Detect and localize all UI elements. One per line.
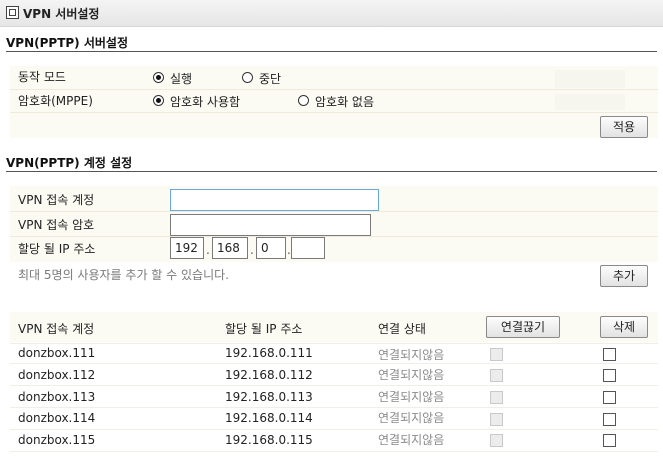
table-row-ip: 192.168.0.113 xyxy=(225,390,313,404)
server-section-title: VPN(PPTP) 서버설정 xyxy=(6,36,129,50)
table-row-ip: 192.168.0.115 xyxy=(225,433,313,447)
encryption-label: 암호화(MPPE) xyxy=(18,94,93,108)
table-row-status: 연결되지않음 xyxy=(378,348,445,362)
table-row-account: donzbox.112 xyxy=(18,368,96,382)
ip-octet-2-input[interactable] xyxy=(212,237,248,259)
account-label: VPN 접속 계정 xyxy=(18,193,95,207)
disconnect-checkbox xyxy=(490,391,503,404)
section-divider xyxy=(6,51,657,52)
account-section-title: VPN(PPTP) 계정 설정 xyxy=(6,156,133,170)
window-icon xyxy=(6,6,19,19)
disconnect-checkbox xyxy=(490,413,503,426)
delete-checkbox[interactable] xyxy=(603,391,616,404)
encryption-off-label: 암호화 없음 xyxy=(315,95,375,109)
table-row-status: 연결되지않음 xyxy=(378,411,445,425)
col-account-header: VPN 접속 계정 xyxy=(18,322,95,336)
mode-run-radio[interactable] xyxy=(153,72,164,83)
disconnect-checkbox xyxy=(490,348,503,361)
delete-checkbox[interactable] xyxy=(603,369,616,382)
add-button[interactable]: 추가 xyxy=(600,265,648,287)
delete-checkbox[interactable] xyxy=(603,413,616,426)
table-row-account: donzbox.111 xyxy=(18,346,96,360)
password-input[interactable] xyxy=(170,214,371,236)
table-row-ip: 192.168.0.112 xyxy=(225,368,313,382)
mode-stop-label: 중단 xyxy=(259,72,282,86)
table-row-ip: 192.168.0.114 xyxy=(225,411,313,425)
table-row-status: 연결되지않음 xyxy=(378,390,445,404)
apply-button[interactable]: 적용 xyxy=(600,116,648,138)
table-row-ip: 192.168.0.111 xyxy=(225,346,313,360)
delete-checkbox[interactable] xyxy=(603,434,616,447)
max-users-hint: 최대 5명의 사용자를 추가 할 수 있습니다. xyxy=(18,268,229,282)
password-label: VPN 접속 암호 xyxy=(18,218,95,232)
ip-label: 할당 될 IP 주소 xyxy=(18,242,96,256)
section-divider xyxy=(6,171,657,172)
delete-button[interactable]: 삭제 xyxy=(600,316,648,338)
table-row-account: donzbox.113 xyxy=(18,390,96,404)
table-row-account: donzbox.115 xyxy=(18,433,96,447)
ip-octet-4-input[interactable] xyxy=(291,237,325,259)
window-title: VPN 서버설정 xyxy=(23,7,100,21)
delete-checkbox[interactable] xyxy=(603,348,616,361)
encryption-on-label: 암호화 사용함 xyxy=(170,95,241,109)
disconnect-checkbox xyxy=(490,369,503,382)
col-ip-header: 할당 될 IP 주소 xyxy=(225,322,303,336)
account-input[interactable] xyxy=(170,189,379,211)
table-row-status: 연결되지않음 xyxy=(378,433,445,447)
ip-octet-1-input[interactable] xyxy=(170,237,204,259)
encryption-off-radio[interactable] xyxy=(298,95,309,106)
mode-label: 동작 모드 xyxy=(18,70,66,84)
title-bar: VPN 서버설정 xyxy=(0,0,663,27)
encryption-on-radio[interactable] xyxy=(153,95,164,106)
mode-stop-radio[interactable] xyxy=(242,72,253,83)
col-status-header: 연결 상태 xyxy=(378,322,426,336)
table-row-account: donzbox.114 xyxy=(18,411,96,425)
mode-run-label: 실행 xyxy=(170,72,193,86)
ip-octet-3-input[interactable] xyxy=(256,237,286,259)
disconnect-button[interactable]: 연결끊기 xyxy=(486,316,560,338)
table-row-status: 연결되지않음 xyxy=(378,368,445,382)
table-header xyxy=(10,312,658,342)
disconnect-checkbox xyxy=(490,434,503,447)
